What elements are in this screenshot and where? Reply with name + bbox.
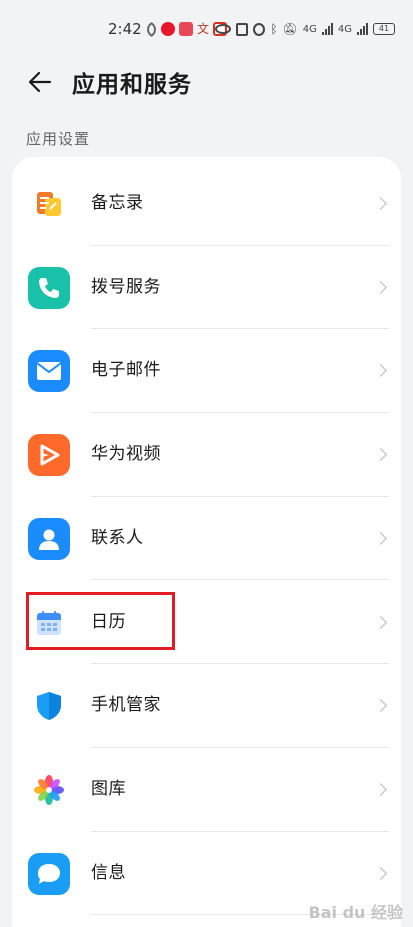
chevron-right-icon xyxy=(374,280,387,294)
network-type-1: 4G xyxy=(302,23,317,35)
section-label: 应用设置 xyxy=(26,130,91,148)
weibo-icon xyxy=(161,22,175,36)
chevron-right-icon xyxy=(374,699,387,713)
chevron-right-icon xyxy=(374,866,387,880)
battery-icon: 41 xyxy=(373,23,395,35)
list-item-gallery[interactable]: 图库 xyxy=(12,748,401,832)
system-icons: ᛒ 🔕︎ 4G 4G 41 xyxy=(215,22,395,36)
phone-icon xyxy=(28,266,70,309)
app-notification-icon xyxy=(179,22,193,36)
chevron-right-icon xyxy=(374,615,387,629)
nfc-icon xyxy=(236,22,249,36)
list-item-email[interactable]: 电子邮件 xyxy=(12,329,401,414)
contacts-icon xyxy=(28,517,70,560)
signal-icon-2 xyxy=(357,23,368,35)
gallery-icon xyxy=(28,769,70,811)
app-settings-list: 备忘录 拨号服务 电子邮件 华为视频 联系人 日历 手机管家 图库 信息 xyxy=(12,157,401,927)
list-item-dialer[interactable]: 拨号服务 xyxy=(12,246,401,330)
network-type-2: 4G xyxy=(337,23,352,35)
list-item-label: 图库 xyxy=(91,778,126,799)
status-bar: 2:42 文 ᛒ 🔕︎ 4G 4G 41 xyxy=(0,0,413,62)
memo-icon xyxy=(28,183,70,225)
chevron-right-icon xyxy=(374,783,387,796)
page-header: 应用和服务 xyxy=(0,62,413,102)
list-item-label: 信息 xyxy=(91,862,126,883)
watermark: Bai du 经验 xyxy=(308,903,403,922)
list-item-label: 手机管家 xyxy=(91,695,161,716)
list-item-label: 联系人 xyxy=(91,527,144,548)
list-item-contacts[interactable]: 联系人 xyxy=(12,497,401,581)
chevron-right-icon xyxy=(374,364,387,378)
highlight-box xyxy=(26,592,175,650)
eye-comfort-icon xyxy=(215,24,232,34)
status-time: 2:42 xyxy=(108,20,142,38)
list-item-huawei-video[interactable]: 华为视频 xyxy=(12,413,401,497)
bluetooth-icon: ᛒ xyxy=(270,22,278,36)
list-item-label: 拨号服务 xyxy=(91,276,161,297)
back-arrow-icon[interactable] xyxy=(26,68,54,96)
list-item-label: 备忘录 xyxy=(91,193,144,213)
page-title: 应用和服务 xyxy=(72,72,192,98)
list-item-phone-manager[interactable]: 手机管家 xyxy=(12,664,401,748)
signal-icon-1 xyxy=(321,23,333,35)
list-item-label: 电子邮件 xyxy=(91,360,161,381)
mute-icon: 🔕︎ xyxy=(282,22,298,36)
text-app-icon: 文 xyxy=(197,22,210,36)
chevron-right-icon xyxy=(374,531,387,545)
shield-icon xyxy=(28,685,70,727)
chevron-right-icon xyxy=(374,197,387,210)
message-icon xyxy=(28,852,70,895)
list-item-label: 华为视频 xyxy=(91,444,161,465)
chevron-right-icon xyxy=(374,448,387,461)
list-item-memo[interactable]: 备忘录 xyxy=(12,162,401,246)
alarm-icon xyxy=(253,22,266,36)
video-icon xyxy=(28,434,70,477)
hotspot-icon xyxy=(143,21,160,37)
email-icon xyxy=(28,350,70,393)
